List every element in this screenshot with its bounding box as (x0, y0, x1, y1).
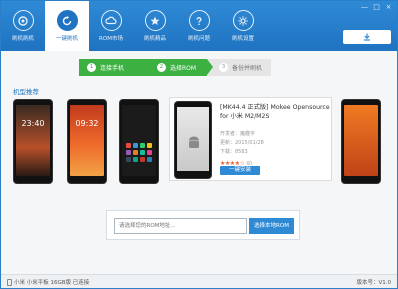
status-bar: 小米 小米平板 16GB版 已连接 版本号：V1.0 (1, 274, 397, 288)
nav-item-settings[interactable]: 刷机设置 (221, 1, 265, 51)
rom-developer: 开发者：魔趣字 (220, 131, 256, 137)
nav-item-one-click-flash[interactable]: 一键刷机 (45, 1, 89, 51)
phone-clock: 09:32 (75, 119, 99, 128)
step-label: 备份并刷机 (232, 65, 263, 72)
cloud-icon (100, 10, 122, 31)
nav-item-featured[interactable]: 刷机精品 (133, 1, 177, 51)
rom-screenshot (122, 105, 156, 176)
nav-item-brand[interactable]: 刷机刷机 (1, 1, 45, 51)
rom-detail-card: [MK44.4 正式版] Mokee Opensource for 小米 M2/… (169, 97, 332, 181)
nav-label: 一键刷机 (55, 36, 78, 42)
download-icon (364, 33, 370, 41)
nav-item-rom-market[interactable]: ROM市场 (89, 1, 133, 51)
app-icon-grid (126, 143, 152, 162)
rom-screenshot: 23:40 (16, 105, 50, 176)
phone-icon (7, 278, 12, 286)
step-select-rom: 2 选择ROM (145, 59, 213, 76)
download-manager-button[interactable] (343, 30, 391, 44)
phone-clock: 23:40 (21, 119, 45, 128)
step-connect-phone: 1 连接手机 (79, 59, 151, 76)
rom-thumbnail[interactable] (119, 99, 159, 184)
step-label: 连接手机 (100, 65, 125, 72)
window-controls: — □ × (360, 4, 393, 11)
install-button[interactable]: 一键安装 (220, 166, 260, 175)
logo-icon (12, 10, 34, 31)
minimize-button[interactable]: — (360, 4, 369, 11)
close-button[interactable]: × (384, 4, 393, 11)
rom-screenshot: 09:32 (70, 105, 104, 176)
select-local-rom-button[interactable]: 选择本地ROM (249, 218, 294, 234)
rom-path-input[interactable] (114, 218, 247, 234)
android-icon (189, 136, 199, 148)
nav-label: 刷机问题 (187, 36, 210, 42)
step-backup-and-flash: 3 备份并刷机 (207, 59, 271, 76)
nav-label: 刷机设置 (231, 36, 254, 42)
app-window: 刷机刷机 一键刷机 ROM市场 刷机精品 刷机问题 刷机设置 — □ × 1 连… (0, 0, 398, 289)
question-icon (188, 10, 210, 31)
top-navigation-bar: 刷机刷机 一键刷机 ROM市场 刷机精品 刷机问题 刷机设置 — □ × (1, 1, 397, 51)
rom-thumbnail[interactable]: 09:32 (67, 99, 107, 184)
rom-downloads: 下载：8583 (220, 149, 248, 155)
nav-label: ROM市场 (99, 36, 123, 42)
rom-update-date: 更新：2015/01/28 (220, 140, 264, 146)
step-number: 3 (219, 63, 228, 72)
rom-select-panel: 选择本地ROM (106, 210, 300, 240)
rom-screenshot (177, 107, 209, 171)
rom-title: [MK44.4 正式版] Mokee Opensource for 小米 M2/… (220, 104, 330, 120)
rom-preview[interactable] (174, 101, 212, 179)
nav-label: 刷机刷机 (11, 36, 34, 42)
step-number: 1 (87, 63, 96, 72)
section-title: 机型推荐 (13, 88, 39, 96)
version-label: 版本号：V1.0 (356, 280, 391, 286)
star-icon (144, 10, 166, 31)
device-status-text: 小米 小米平板 16GB版 已连接 (14, 280, 90, 286)
step-progress: 1 连接手机 2 选择ROM 3 备份并刷机 (79, 59, 271, 76)
refresh-icon (56, 10, 78, 31)
step-label: 选择ROM (170, 65, 197, 72)
nav-item-help[interactable]: 刷机问题 (177, 1, 221, 51)
device-status: 小米 小米平板 16GB版 已连接 (7, 278, 89, 286)
rom-thumbnail[interactable]: 23:40 (13, 99, 53, 184)
rom-screenshot (344, 105, 378, 176)
maximize-button[interactable]: □ (372, 4, 381, 11)
nav-label: 刷机精品 (143, 36, 166, 42)
settings-icon (232, 10, 254, 31)
rom-thumbnail[interactable] (341, 99, 381, 184)
main-nav: 刷机刷机 一键刷机 ROM市场 刷机精品 刷机问题 刷机设置 (1, 1, 265, 51)
step-number: 2 (157, 63, 166, 72)
